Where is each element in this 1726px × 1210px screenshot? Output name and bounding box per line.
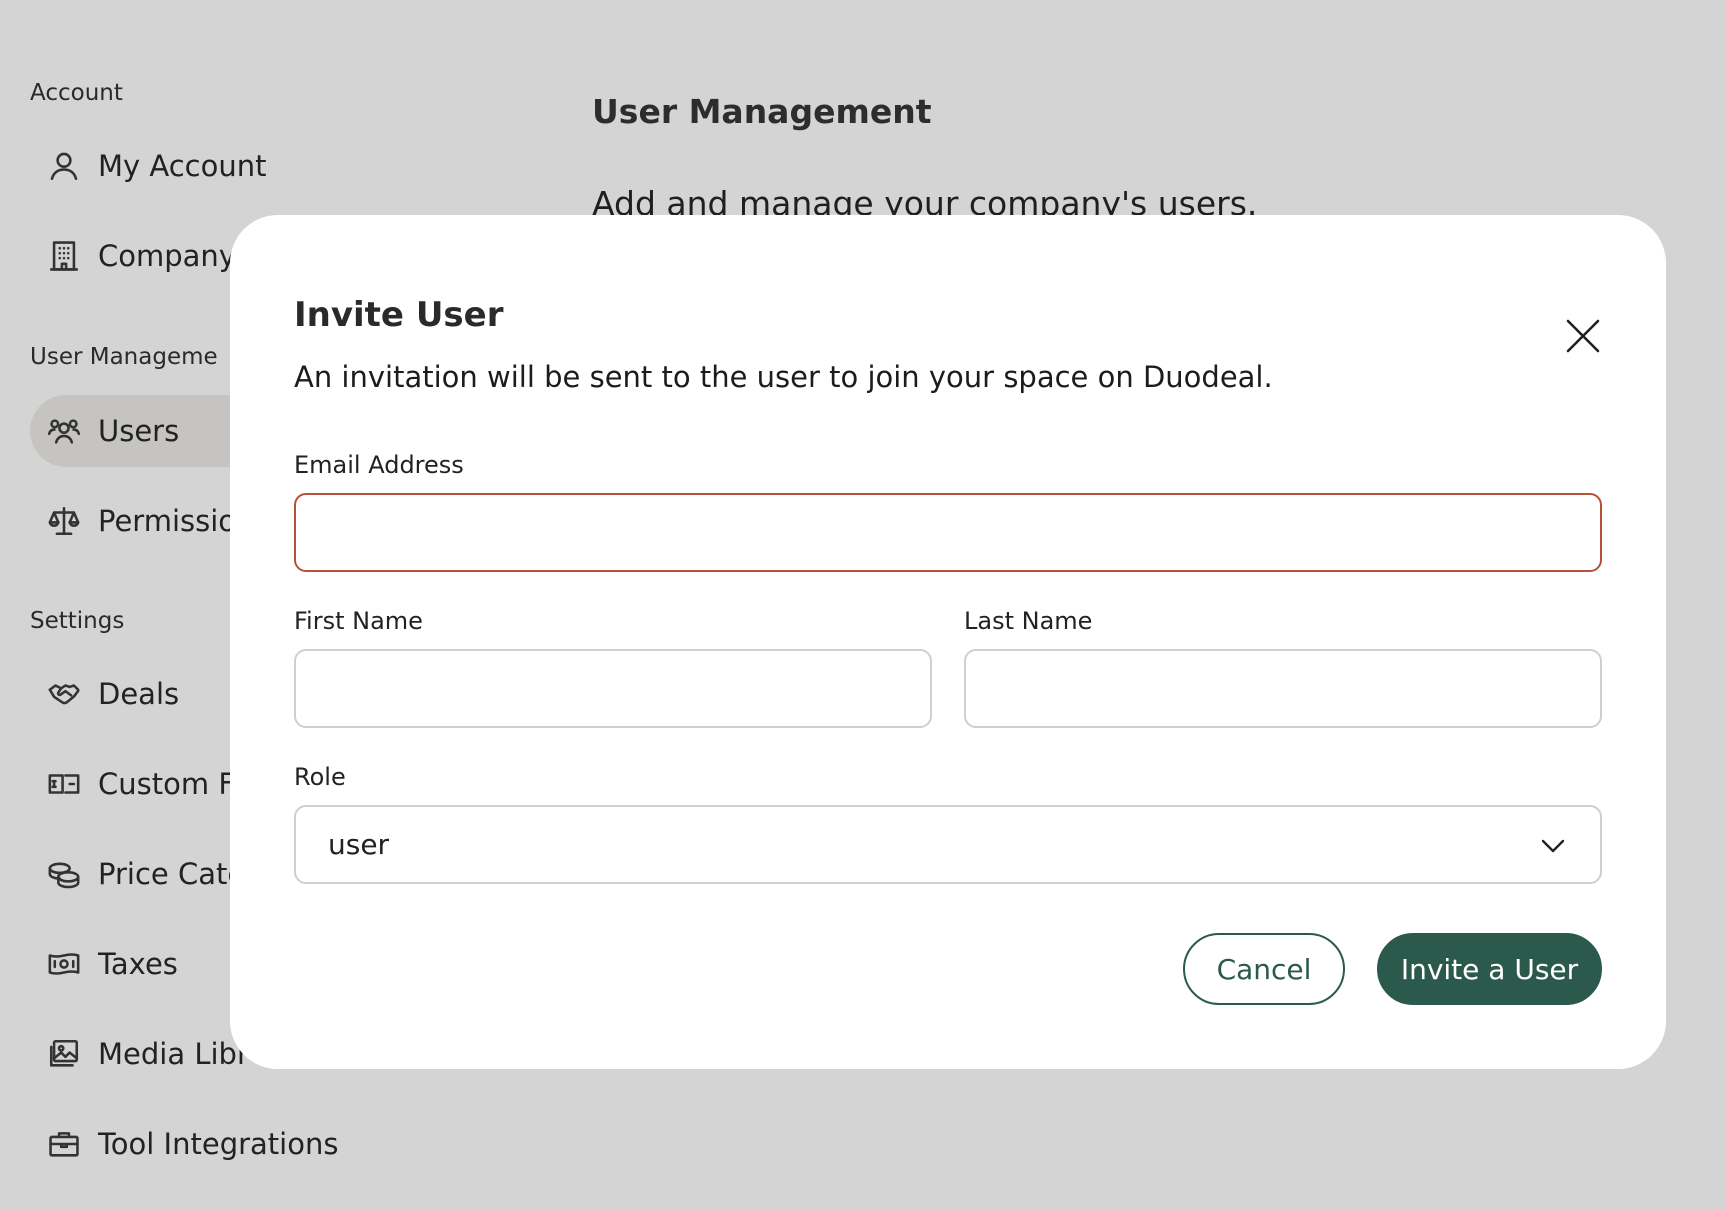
sidebar-item-label: Company	[98, 239, 236, 273]
coins-icon	[46, 856, 82, 892]
sidebar-section-settings: Settings	[30, 608, 125, 634]
close-button[interactable]	[1560, 313, 1606, 359]
email-field[interactable]	[294, 493, 1602, 572]
sidebar-item-tool-integrations[interactable]: Tool Integrations	[30, 1108, 550, 1180]
sidebar-item-label: Media Libr	[98, 1037, 249, 1071]
cancel-button[interactable]: Cancel	[1183, 933, 1345, 1005]
sidebar-section-user-management: User Manageme	[30, 344, 218, 370]
briefcase-icon	[46, 1126, 82, 1162]
users-icon	[46, 413, 82, 449]
sidebar-item-label: Price Cate	[98, 857, 246, 891]
role-label: Role	[294, 763, 346, 791]
sidebar-section-account: Account	[30, 80, 123, 106]
first-name-label: First Name	[294, 607, 423, 635]
banknote-icon	[46, 946, 82, 982]
sidebar-item-label: Taxes	[98, 947, 178, 981]
close-icon	[1566, 319, 1600, 353]
page-title: User Management	[592, 92, 932, 131]
custom-fields-icon	[46, 766, 82, 802]
page-subtitle: Add and manage your company's users.	[592, 184, 1258, 216]
handshake-icon	[46, 676, 82, 712]
invite-user-modal: Invite User An invitation will be sent t…	[230, 215, 1666, 1069]
building-icon	[46, 238, 82, 274]
role-select[interactable]: user	[294, 805, 1602, 884]
invite-user-button[interactable]: Invite a User	[1377, 933, 1602, 1005]
sidebar-item-my-account[interactable]: My Account	[30, 130, 550, 202]
sidebar-item-label: Custom F	[98, 767, 235, 801]
sidebar-item-label: Permissio	[98, 504, 237, 538]
sidebar-item-label: My Account	[98, 149, 267, 183]
sidebar-item-label: Users	[98, 414, 180, 448]
user-icon	[46, 148, 82, 184]
scale-icon	[46, 503, 82, 539]
first-name-field[interactable]	[294, 649, 932, 728]
chevron-down-icon	[1538, 831, 1568, 861]
sidebar-item-label: Deals	[98, 677, 180, 711]
modal-title: Invite User	[294, 295, 504, 335]
modal-description: An invitation will be sent to the user t…	[294, 360, 1273, 394]
last-name-field[interactable]	[964, 649, 1602, 728]
email-label: Email Address	[294, 451, 464, 479]
role-select-value: user	[328, 828, 390, 861]
image-gallery-icon	[46, 1036, 82, 1072]
page: Account My Account Company User Manageme…	[0, 0, 1726, 1210]
last-name-label: Last Name	[964, 607, 1093, 635]
sidebar-item-label: Tool Integrations	[98, 1127, 339, 1161]
